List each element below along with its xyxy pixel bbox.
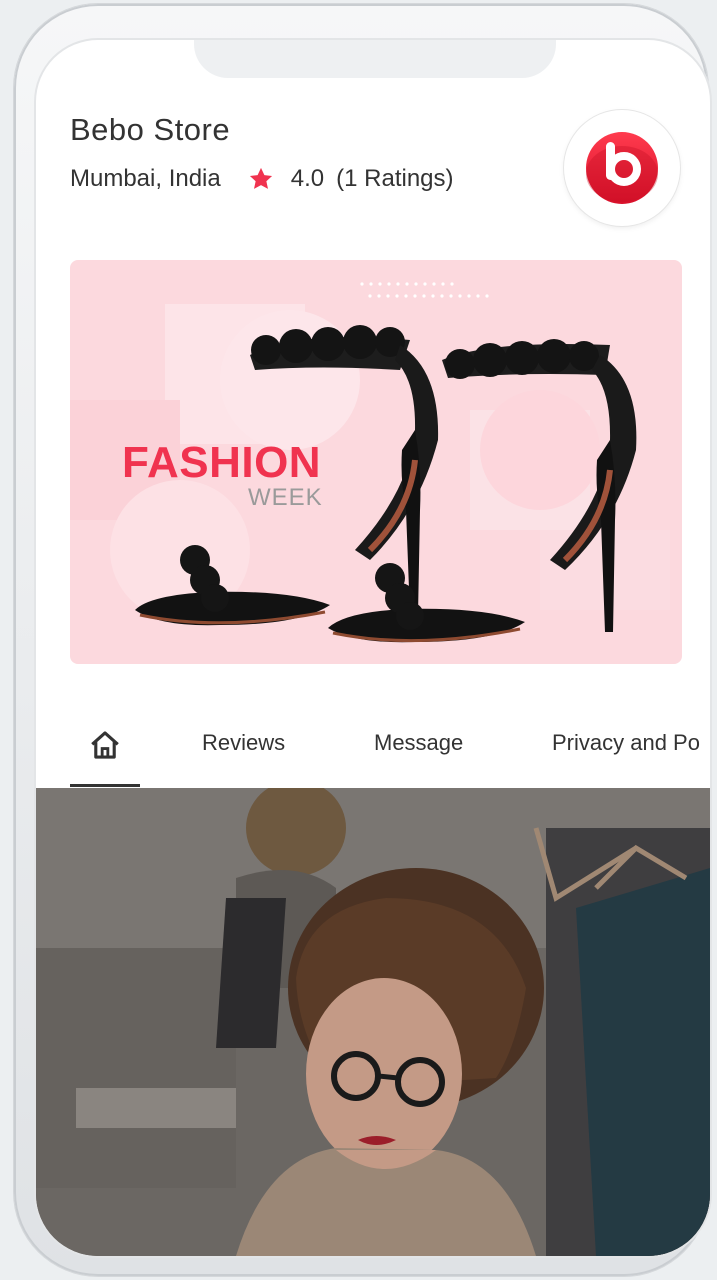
phone-notch <box>194 40 556 78</box>
store-photo <box>36 788 710 1256</box>
home-icon <box>91 731 119 759</box>
app-screen: Bebo Store Mumbai, India 4.0 (1 Ratings) <box>36 40 710 1256</box>
beats-logo-icon <box>586 132 658 204</box>
promo-banner[interactable]: FASHION WEEK <box>70 260 682 664</box>
rating-value: 4.0 <box>290 165 325 192</box>
phone-frame: Bebo Store Mumbai, India 4.0 (1 Ratings) <box>14 4 710 1276</box>
store-logo[interactable] <box>564 110 680 226</box>
store-location: Mumbai, India <box>70 165 221 192</box>
high-heel-sandals-illustration <box>135 325 637 643</box>
shop-assistant-photo <box>36 788 710 1256</box>
store-meta: Mumbai, India 4.0 (1 Ratings) <box>70 162 454 196</box>
tab-reviews[interactable]: Reviews <box>202 730 285 756</box>
tab-privacy-policy[interactable]: Privacy and Po <box>552 730 700 756</box>
ratings-count: (1 Ratings) <box>336 165 454 192</box>
tab-home[interactable] <box>70 706 140 787</box>
store-tabs: Reviews Message Privacy and Po <box>36 706 710 790</box>
store-name: Bebo Store <box>70 112 231 147</box>
star-icon <box>249 167 272 189</box>
tab-message[interactable]: Message <box>374 730 463 756</box>
